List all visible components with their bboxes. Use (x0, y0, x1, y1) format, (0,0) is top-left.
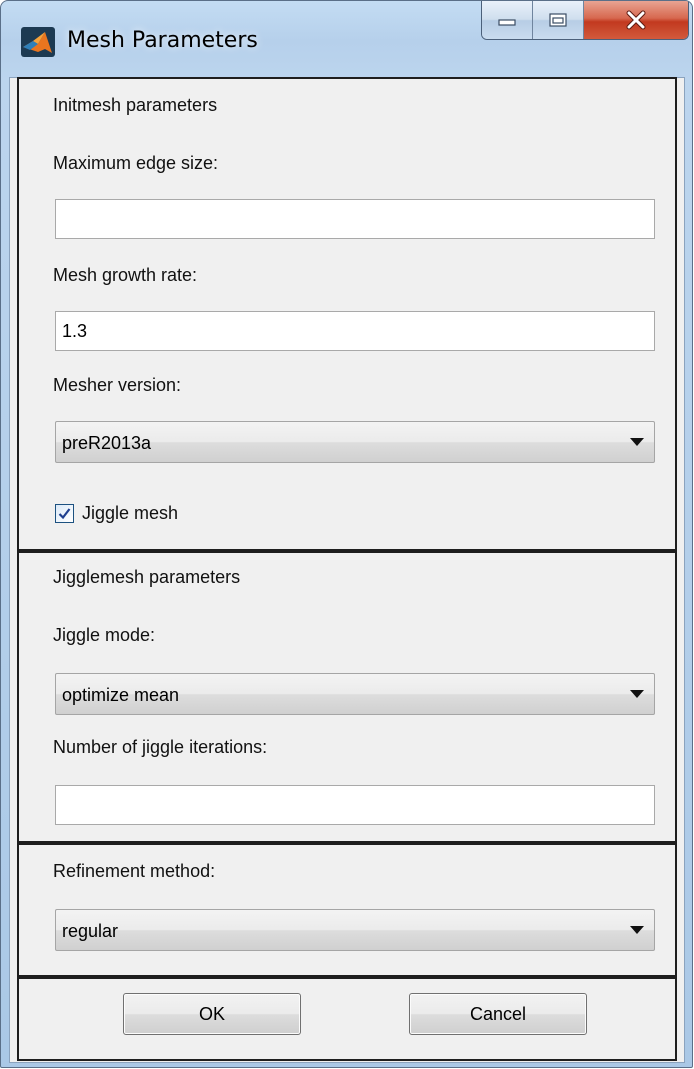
initmesh-panel: Initmesh parameters Maximum edge size: M… (17, 77, 677, 551)
jiggle-mode-value: optimize mean (62, 685, 180, 705)
mesher-version-label: Mesher version: (53, 375, 182, 395)
jiggle-mode-select[interactable]: optimize mean (55, 673, 655, 715)
refinement-method-label: Refinement method: (53, 861, 216, 881)
mesher-version-value: preR2013a (62, 433, 152, 453)
max-edge-input[interactable] (55, 199, 655, 239)
chevron-down-icon[interactable] (620, 674, 654, 714)
title-bar[interactable]: Mesh Parameters (1, 1, 692, 77)
refinement-panel: Refinement method: regular (17, 843, 677, 977)
mesh-parameters-window: Mesh Parameters Initmesh parameters Maxi… (0, 0, 693, 1068)
maximize-icon (549, 13, 567, 27)
refinement-method-select[interactable]: regular (55, 909, 655, 951)
growth-rate-label: Mesh growth rate: (53, 265, 198, 285)
window-title: Mesh Parameters (67, 28, 258, 53)
jigglemesh-panel: Jigglemesh parameters Jiggle mode: optim… (17, 551, 677, 843)
refinement-method-value: regular (62, 921, 119, 941)
close-icon (626, 10, 646, 30)
jiggle-mesh-label: Jiggle mesh (82, 502, 179, 523)
jiggle-mesh-row[interactable]: Jiggle mesh (55, 501, 178, 525)
dialog-buttons-panel: OK Cancel (17, 977, 677, 1061)
chevron-down-icon[interactable] (620, 422, 654, 462)
ok-button[interactable]: OK (123, 993, 301, 1035)
close-button[interactable] (584, 1, 688, 39)
maximize-button[interactable] (533, 1, 584, 39)
minimize-button[interactable] (482, 1, 533, 39)
matlab-icon (21, 27, 55, 57)
jiggle-iterations-input[interactable] (55, 785, 655, 825)
jiggle-mode-label: Jiggle mode: (53, 625, 156, 645)
cancel-button[interactable]: Cancel (409, 993, 587, 1035)
jiggle-iterations-label: Number of jiggle iterations: (53, 737, 268, 757)
chevron-down-icon[interactable] (620, 910, 654, 950)
mesher-version-select[interactable]: preR2013a (55, 421, 655, 463)
checkmark-icon (58, 507, 71, 519)
minimize-icon (498, 19, 516, 26)
jiggle-mesh-checkbox[interactable] (55, 503, 74, 523)
jigglemesh-heading: Jigglemesh parameters (53, 567, 241, 587)
caption-buttons (481, 1, 689, 40)
growth-rate-input[interactable] (55, 311, 655, 351)
initmesh-heading: Initmesh parameters (53, 95, 218, 115)
max-edge-label: Maximum edge size: (53, 153, 219, 173)
